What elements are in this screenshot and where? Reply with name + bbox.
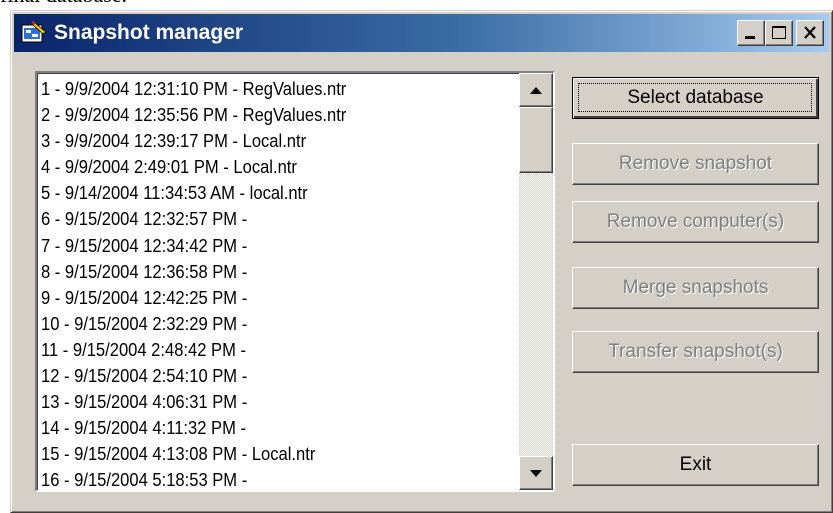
snapshot-list-item[interactable]: 1 - 9/9/2004 12:31:10 PM - RegValues.ntr xyxy=(41,76,473,102)
snapshot-list-item[interactable]: 4 - 9/9/2004 2:49:01 PM - Local.ntr xyxy=(41,154,473,180)
title-bar[interactable]: Snapshot manager xyxy=(14,14,829,52)
scroll-down-button[interactable] xyxy=(519,456,553,490)
merge-snapshots-button[interactable]: Merge snapshots xyxy=(572,267,819,309)
document-text: final database. xyxy=(0,0,127,10)
exit-button[interactable]: Exit xyxy=(572,444,819,486)
snapshot-list-item[interactable]: 16 - 9/15/2004 5:18:53 PM - xyxy=(41,467,473,490)
merge-snapshots-label: Merge snapshots xyxy=(622,277,769,298)
snapshot-list-item[interactable]: 3 - 9/9/2004 12:39:17 PM - Local.ntr xyxy=(41,128,473,154)
arrow-down-icon xyxy=(530,470,542,477)
close-button[interactable] xyxy=(796,20,824,46)
select-database-label: Select database xyxy=(627,87,764,108)
minimize-icon xyxy=(745,36,755,39)
snapshot-list-item[interactable]: 14 - 9/15/2004 4:11:32 PM - xyxy=(41,415,473,441)
snapshot-manager-window: Snapshot manager 1 - 9/9/2004 12:31:10 P… xyxy=(10,10,833,513)
maximize-button[interactable] xyxy=(765,20,793,46)
arrow-up-icon xyxy=(530,87,542,94)
exit-label: Exit xyxy=(679,454,712,475)
scroll-up-button[interactable] xyxy=(519,73,553,107)
select-database-button[interactable]: Select database xyxy=(572,77,819,119)
remove-snapshot-button[interactable]: Remove snapshot xyxy=(572,143,819,185)
snapshot-list-item[interactable]: 7 - 9/15/2004 12:34:42 PM - xyxy=(41,233,473,259)
transfer-snapshots-button[interactable]: Transfer snapshot(s) xyxy=(572,331,819,373)
snapshot-list-item[interactable]: 11 - 9/15/2004 2:48:42 PM - xyxy=(41,337,473,363)
snapshot-list-item[interactable]: 6 - 9/15/2004 12:32:57 PM - xyxy=(41,206,473,232)
remove-computers-button[interactable]: Remove computer(s) xyxy=(572,201,819,243)
snapshot-list-item[interactable]: 8 - 9/15/2004 12:36:58 PM - xyxy=(41,259,473,285)
snapshot-items: 1 - 9/9/2004 12:31:10 PM - RegValues.ntr… xyxy=(41,76,511,490)
snapshot-list-item[interactable]: 13 - 9/15/2004 4:06:31 PM - xyxy=(41,389,473,415)
remove-computers-label: Remove computer(s) xyxy=(606,211,785,232)
transfer-snapshots-label: Transfer snapshot(s) xyxy=(608,341,783,362)
scroll-thumb[interactable] xyxy=(519,107,553,173)
snapshot-list-item[interactable]: 2 - 9/9/2004 12:35:56 PM - RegValues.ntr xyxy=(41,102,473,128)
snapshot-list-item[interactable]: 5 - 9/14/2004 11:34:53 AM - local.ntr xyxy=(41,180,473,206)
vertical-scrollbar[interactable] xyxy=(519,73,553,490)
snapshot-app-icon xyxy=(20,20,48,46)
maximize-icon xyxy=(772,26,786,39)
snapshot-list-item[interactable]: 12 - 9/15/2004 2:54:10 PM - xyxy=(41,363,473,389)
window-title: Snapshot manager xyxy=(54,21,244,44)
snapshot-list[interactable]: 1 - 9/9/2004 12:31:10 PM - RegValues.ntr… xyxy=(35,71,555,492)
minimize-button[interactable] xyxy=(737,20,765,46)
snapshot-list-item[interactable]: 9 - 9/15/2004 12:42:25 PM - xyxy=(41,285,473,311)
snapshot-list-item[interactable]: 15 - 9/15/2004 4:13:08 PM - Local.ntr xyxy=(41,441,473,467)
close-icon xyxy=(804,26,816,39)
snapshot-list-item[interactable]: 10 - 9/15/2004 2:32:29 PM - xyxy=(41,311,473,337)
remove-snapshot-label: Remove snapshot xyxy=(618,153,773,174)
